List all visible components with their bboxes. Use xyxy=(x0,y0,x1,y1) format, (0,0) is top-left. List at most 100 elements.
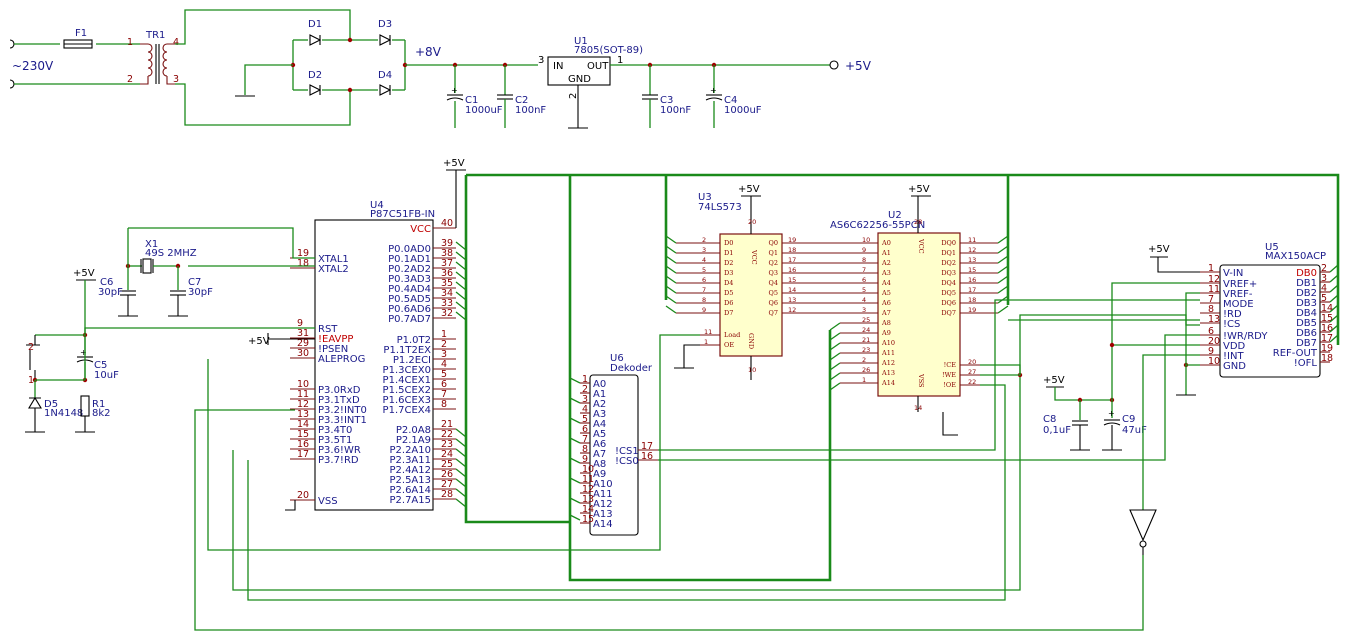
u2-pin-label: A14 xyxy=(881,379,895,387)
svg-text:D2: D2 xyxy=(308,70,322,81)
u2-pin-label: DQ7 xyxy=(941,309,956,317)
mains-terminal-bottom xyxy=(9,79,15,89)
u2-pin-label: DQ4 xyxy=(941,279,956,287)
u3-pin-label: Q0 xyxy=(769,239,778,247)
u2-pin-label: DQ0 xyxy=(941,239,956,247)
capacitor-c3: C3 100nF xyxy=(642,94,691,128)
output-terminal xyxy=(829,60,839,70)
u2-pin-num: 10 xyxy=(862,236,870,244)
svg-text:C9: C9 xyxy=(1122,414,1135,425)
u3-pin-label: D4 xyxy=(724,279,733,287)
svg-text:+: + xyxy=(451,86,458,95)
u4-pin-label: ALEPROG xyxy=(318,354,365,365)
u5-pin-num: 13 xyxy=(1208,314,1220,325)
net-8v: +8V xyxy=(415,45,442,59)
u2-pin-num: 5 xyxy=(862,286,866,294)
u5-pin-num: 1 xyxy=(1208,263,1214,274)
u4-pin-num: 40 xyxy=(441,218,453,229)
u3-pin-label: D3 xyxy=(724,269,733,277)
u3-pin-num: 17 xyxy=(788,256,796,264)
svg-text:C8: C8 xyxy=(1043,414,1056,425)
u3-pin-num: 13 xyxy=(788,296,796,304)
svg-text:IN: IN xyxy=(553,61,563,72)
crystal-x1 xyxy=(142,258,152,274)
u2-pin-num: 22 xyxy=(968,378,976,386)
bridge-rectifier: D1 D3 D2 D4 xyxy=(235,19,408,97)
svg-text:+5V: +5V xyxy=(443,158,465,169)
u2-pin-num: 26 xyxy=(862,366,870,374)
u5-pin-num: 10 xyxy=(1208,356,1220,367)
u5-pin-label: !OFL xyxy=(1294,358,1318,369)
u3-pin-label: OE xyxy=(724,341,734,349)
u5-pin-label: V-IN xyxy=(1223,268,1243,279)
svg-text:1: 1 xyxy=(127,37,133,48)
u3-pin-label: Q3 xyxy=(769,269,778,277)
svg-text:1N4148: 1N4148 xyxy=(44,408,83,419)
diode-d4 xyxy=(379,84,392,96)
u2-pin-label: DQ5 xyxy=(941,289,956,297)
svg-text:+5V: +5V xyxy=(73,268,95,279)
u3-pin-label: D6 xyxy=(724,299,733,307)
svg-text:7805(SOT-89): 7805(SOT-89) xyxy=(574,45,643,56)
svg-text:10uF: 10uF xyxy=(94,370,119,381)
u2-pin-label: !CE xyxy=(944,361,957,369)
u3-pin-label: Q7 xyxy=(769,309,778,317)
u2-pin-label: A1 xyxy=(881,249,891,257)
svg-text:1000uF: 1000uF xyxy=(724,105,762,116)
u2-pin-num: 1 xyxy=(862,376,866,384)
u2-pin-num: 17 xyxy=(968,286,976,294)
svg-text:30pF: 30pF xyxy=(98,287,123,298)
svg-text:20: 20 xyxy=(748,218,756,226)
u2-pin-num: 12 xyxy=(968,246,976,254)
svg-text:100nF: 100nF xyxy=(515,105,546,116)
u4-pin-num: 28 xyxy=(441,489,453,500)
u2-pin-num: 4 xyxy=(862,296,866,304)
u3-pin-num: 15 xyxy=(788,276,796,284)
u2-pin-num: 18 xyxy=(968,296,976,304)
u2-pin-num: 11 xyxy=(968,236,976,244)
svg-text:+5V: +5V xyxy=(1148,244,1170,255)
u2-pin-label: A12 xyxy=(881,359,895,367)
svg-text:1000uF: 1000uF xyxy=(465,105,503,116)
latch-u3: U3 74LS573 +5V 20 VCC 10 GND 2 D03 D14 D25 D… xyxy=(676,184,878,380)
mcu-u4: U4 P87C51FB-IN 19XTAL118XTAL29RST31!EAVP… xyxy=(285,158,466,511)
u2-pin-label: A6 xyxy=(881,299,891,307)
svg-text:MAX150ACP: MAX150ACP xyxy=(1265,251,1326,262)
u4-pin-label: P2.7A15 xyxy=(390,495,432,506)
svg-text:GND: GND xyxy=(568,74,591,85)
u3-pin-label: Q6 xyxy=(769,299,778,307)
u3-pin-num: 18 xyxy=(788,246,796,254)
u3-pin-num: 9 xyxy=(702,306,706,314)
u2-pin-num: 23 xyxy=(862,346,870,354)
svg-text:100nF: 100nF xyxy=(660,105,691,116)
u2-pin-num: 3 xyxy=(862,306,866,314)
u3-pin-label: D0 xyxy=(724,239,733,247)
f1-label: F1 xyxy=(75,28,87,39)
u6-pin-label: !CS0 xyxy=(615,456,639,467)
u2-pin-label: !WE xyxy=(942,371,956,379)
u3-pin-num: 11 xyxy=(704,328,712,336)
u2-pin-label: A3 xyxy=(881,269,891,277)
u4-pin-label: XTAL2 xyxy=(318,264,349,275)
reset-circuit: +5V 2 1 + C5 10uF D5 1N4148 R1 8k2 xyxy=(25,268,315,433)
svg-text:0,1uF: 0,1uF xyxy=(1043,425,1071,436)
svg-text:14: 14 xyxy=(914,404,922,412)
oscillator: X1 49S 2MHZ C6 30pF C7 30pF xyxy=(98,227,315,317)
svg-text:10: 10 xyxy=(748,366,756,374)
regulator-u1: U1 7805(SOT-89) IN OUT GND 3 1 2 xyxy=(538,36,643,129)
u2-pin-label: A9 xyxy=(881,329,891,337)
ram-u2: U2 AS6C62256-55PCN +5V 28 VCC 14 VSS 10 A… xyxy=(830,184,998,436)
u3-pin-label: Q4 xyxy=(769,279,778,287)
svg-text:D3: D3 xyxy=(378,19,392,30)
svg-text:GND: GND xyxy=(747,333,755,349)
u4-pin-num: 8 xyxy=(441,399,447,410)
svg-text:+5V: +5V xyxy=(1043,375,1065,386)
svg-text:2: 2 xyxy=(127,74,133,85)
svg-text:D4: D4 xyxy=(378,70,392,81)
u2-pin-label: A11 xyxy=(881,349,895,357)
u2-pin-num: 19 xyxy=(968,306,976,314)
diode-d2 xyxy=(309,84,322,96)
svg-text:+: + xyxy=(1108,409,1115,418)
svg-text:OUT: OUT xyxy=(587,61,609,72)
u4-pin-num: 32 xyxy=(441,308,453,319)
